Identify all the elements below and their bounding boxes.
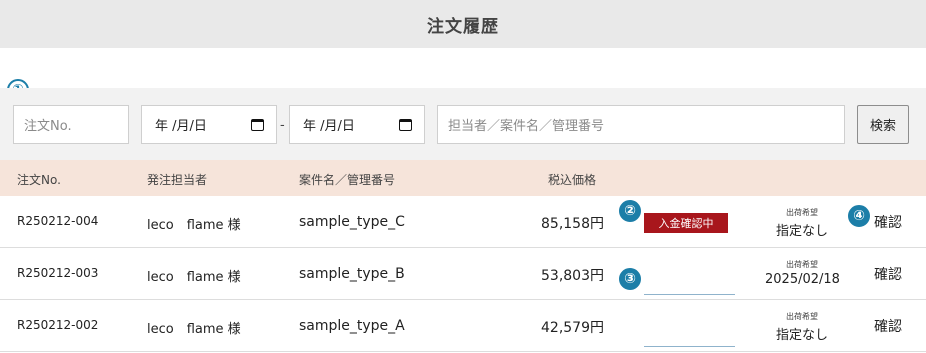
ship-label: 出荷希望 xyxy=(786,312,818,321)
confirm-link[interactable]: 確認 xyxy=(874,316,902,336)
date-to-input[interactable]: 年 /月/日 xyxy=(289,105,425,144)
date-to-text: 年 /月/日 xyxy=(303,119,355,134)
page-title: 注文履歴 xyxy=(427,16,499,37)
order-no-placeholder: 注文No. xyxy=(24,119,72,134)
order-no: R250212-003 xyxy=(17,266,99,280)
date-from-input[interactable]: 年 /月/日 xyxy=(141,105,277,144)
table-header: 注文No. 発注担当者 案件名／管理番号 税込価格 xyxy=(0,160,926,196)
confirm-link[interactable]: 確認 xyxy=(874,264,902,284)
table-row: R250212-004 leco flame 様 sample_type_C 8… xyxy=(0,196,926,248)
date-from-text: 年 /月/日 xyxy=(155,119,207,134)
person-name: leco flame 様 xyxy=(147,218,241,233)
price: 42,579円 xyxy=(541,320,604,336)
search-button[interactable]: 検索 xyxy=(857,105,909,144)
ship-label: 出荷希望 xyxy=(786,208,818,217)
ship-date: 2025/02/18 xyxy=(765,272,840,287)
order-no-input[interactable]: 注文No. xyxy=(13,105,129,144)
calendar-icon[interactable] xyxy=(399,118,412,131)
ship-date: 指定なし xyxy=(775,328,828,343)
date-separator: - xyxy=(280,118,285,133)
confirm-link[interactable]: 確認 xyxy=(874,212,902,232)
person-name: leco flame 様 xyxy=(147,322,241,337)
person-name: leco flame 様 xyxy=(147,270,241,285)
status-placeholder-line xyxy=(644,294,735,295)
keyword-search-input[interactable]: 担当者／案件名／管理番号 xyxy=(437,105,845,144)
case-name: sample_type_C xyxy=(299,214,405,230)
table-row: R250212-002 leco flame 様 sample_type_A 4… xyxy=(0,300,926,352)
keyword-placeholder: 担当者／案件名／管理番号 xyxy=(448,119,605,134)
page-header: 注文履歴 xyxy=(0,0,926,48)
column-case: 案件名／管理番号 xyxy=(299,173,396,187)
ship-date: 指定なし xyxy=(775,224,828,239)
order-no: R250212-002 xyxy=(17,318,99,332)
calendar-icon[interactable] xyxy=(251,118,264,131)
annotation-marker-3: ③ xyxy=(619,268,641,290)
annotation-marker-2: ② xyxy=(619,200,641,222)
column-order-no: 注文No. xyxy=(17,173,61,187)
filter-bar: 注文No. 年 /月/日 - 年 /月/日 担当者／案件名／管理番号 検索 xyxy=(0,88,926,160)
price: 53,803円 xyxy=(541,268,604,284)
status-placeholder-line xyxy=(644,346,735,347)
case-name: sample_type_B xyxy=(299,266,405,282)
annotation-marker-4: ④ xyxy=(848,205,870,227)
column-price: 税込価格 xyxy=(548,173,597,187)
column-person: 発注担当者 xyxy=(147,173,208,187)
price: 85,158円 xyxy=(541,216,604,232)
table-row: R250212-003 leco flame 様 sample_type_B 5… xyxy=(0,248,926,300)
status-badge: 入金確認中 xyxy=(644,213,728,233)
order-no: R250212-004 xyxy=(17,214,99,228)
case-name: sample_type_A xyxy=(299,318,405,334)
ship-label: 出荷希望 xyxy=(786,260,818,269)
